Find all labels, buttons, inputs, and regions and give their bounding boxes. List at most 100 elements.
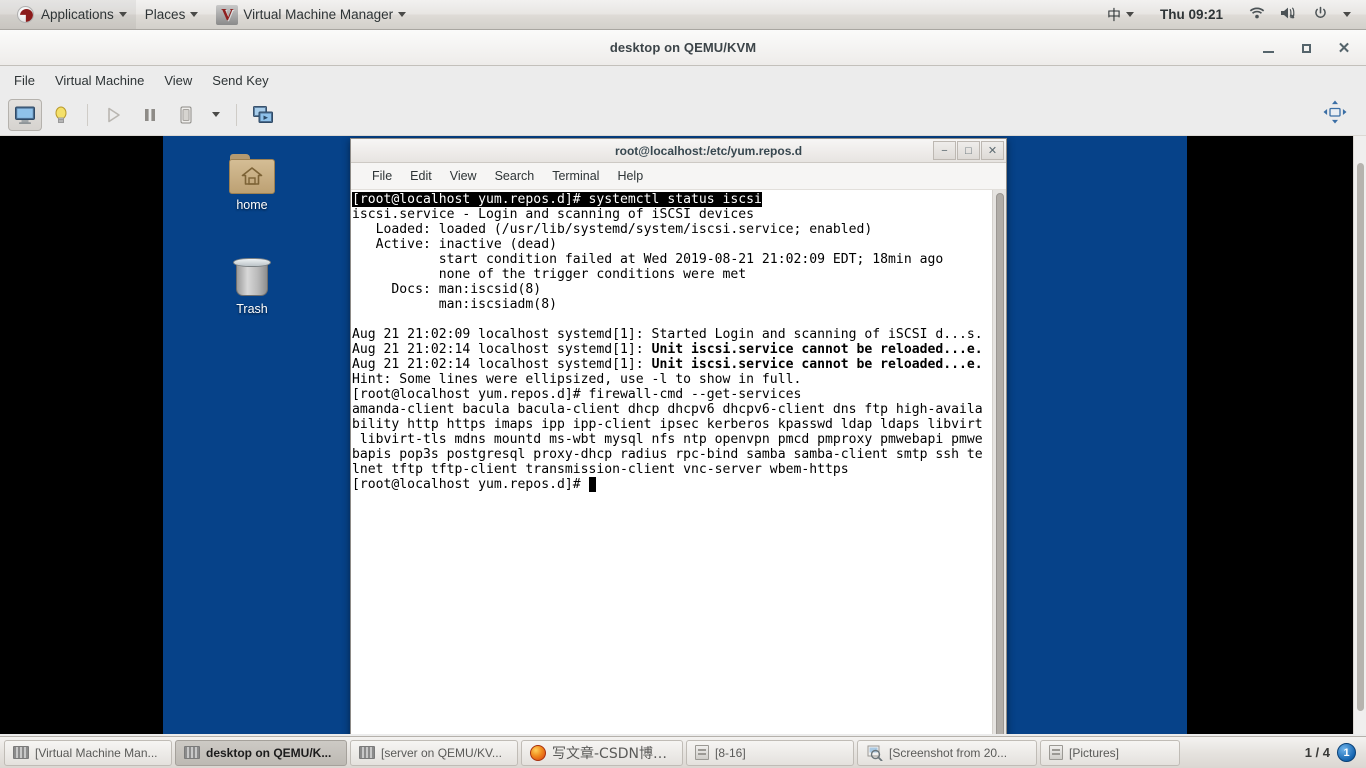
terminal-close-button[interactable]: ✕ [981,141,1004,160]
vmm-titlebar[interactable]: desktop on QEMU/KVM ✕ [0,30,1366,66]
terminal-line: Active: inactive (dead) [352,237,992,252]
vmm-menubar: File Virtual Machine View Send Key [0,66,1366,94]
pause-button[interactable] [133,99,167,131]
toolbar-right-group [1322,99,1358,130]
terminal-line: Loaded: loaded (/usr/lib/systemd/system/… [352,222,992,237]
taskbar-item-server-vm[interactable]: [server on QEMU/KV... [350,739,518,766]
vm-console-scrollbar[interactable] [1353,136,1366,734]
desktop-icon-home[interactable]: home [209,154,295,212]
menu-file[interactable]: File [4,69,45,92]
input-method-label: 中 [1106,7,1121,24]
show-console-button[interactable] [8,98,42,131]
resize-vm-icon[interactable] [1322,99,1348,130]
volume-muted-icon [1280,6,1298,23]
active-app-menu-vmm[interactable]: V Virtual Machine Manager [207,0,415,29]
applications-menu[interactable]: Applications [0,0,136,29]
vmm-window-controls: ✕ [1254,30,1358,66]
terminal-line: [root@localhost yum.repos.d]# [352,477,992,492]
chevron-down-icon [212,112,220,117]
places-menu[interactable]: Places [136,0,208,29]
terminal-scrollbar-thumb[interactable] [996,193,1004,734]
terminal-menu-file[interactable]: File [363,166,401,186]
terminal-menu-edit[interactable]: Edit [401,166,441,186]
terminal-text: Aug 21 21:02:09 localhost systemd[1]: St… [352,327,983,342]
gnome-taskbar: [Virtual Machine Man... desktop on QEMU/… [0,736,1366,768]
terminal-minimize-button[interactable]: − [933,141,956,160]
clock-label: Thu 09:21 [1159,7,1223,22]
terminal-text: man:iscsiadm(8) [352,297,557,312]
terminal-line: none of the trigger conditions were met [352,267,992,282]
clock[interactable]: Thu 09:21 [1143,0,1240,29]
fullscreen-button[interactable] [246,99,280,131]
vmm-toolbar [0,94,1366,136]
vm-console-viewport[interactable]: home Trash root@localhost:/etc/yum.repos… [0,136,1353,734]
workspace-switcher[interactable]: 1 / 4 1 [1305,743,1362,762]
terminal-menu-terminal[interactable]: Terminal [543,166,608,186]
terminal-menu-help[interactable]: Help [608,166,652,186]
vmm-window-title: desktop on QEMU/KVM [609,40,757,55]
taskbar-item-firefox[interactable]: 写文章-CSDN博客 –... [521,739,683,766]
taskbar-item-label: [8-16] [715,745,746,760]
terminal-line: start condition failed at Wed 2019-08-21… [352,252,992,267]
vmm-close-button[interactable]: ✕ [1330,35,1358,61]
active-app-label: Virtual Machine Manager [243,7,394,22]
taskbar-item-label: 写文章-CSDN博客 –... [552,745,674,762]
terminal-line: Hint: Some lines were ellipsized, use -l… [352,372,992,387]
terminal-menu-search[interactable]: Search [486,166,544,186]
guest-desktop[interactable]: home Trash root@localhost:/etc/yum.repos… [163,136,1187,734]
taskbar-item-label: [server on QEMU/KV... [381,745,502,760]
terminal-text: Loaded: loaded (/usr/lib/systemd/system/… [352,222,873,237]
run-button[interactable] [97,99,131,131]
terminal-text: Unit iscsi.service cannot be reloaded...… [651,357,983,372]
applications-menu-label: Applications [41,7,114,22]
taskbar-item-vmm-main[interactable]: [Virtual Machine Man... [4,739,172,766]
taskbar-item-screenshot[interactable]: [Screenshot from 20... [857,739,1037,766]
shutdown-menu-caret[interactable] [205,99,227,131]
terminal-text: none of the trigger conditions were met [352,267,747,282]
terminal-maximize-button[interactable]: □ [957,141,980,160]
terminal-window[interactable]: root@localhost:/etc/yum.repos.d − □ ✕ Fi… [350,138,1007,734]
terminal-line: Docs: man:iscsid(8) [352,282,992,297]
panel-right-group: 中 Thu 09:21 [1098,0,1366,29]
terminal-text: bility http https imaps ipp ipp-client i… [352,417,983,432]
system-status-area[interactable] [1240,0,1360,29]
fedora-logo-icon [17,6,34,23]
taskbar-item-pictures[interactable]: [Pictures] [1040,739,1180,766]
terminal-line: [root@localhost yum.repos.d]# systemctl … [352,192,992,207]
image-viewer-icon [866,745,883,761]
terminal-text: libvirt-tls mdns mountd ms-wbt mysql nfs… [352,432,983,447]
menu-send-key[interactable]: Send Key [202,69,278,92]
vmm-body: home Trash root@localhost:/etc/yum.repos… [0,136,1366,736]
taskbar-item-label: [Pictures] [1069,745,1120,760]
input-method-indicator[interactable]: 中 [1098,0,1143,29]
taskbar-item-folder-8-16[interactable]: [8-16] [686,739,854,766]
screen: Applications Places V Virtual Machine Ma… [0,0,1366,768]
vmm-maximize-button[interactable] [1292,35,1320,61]
vm-console-scrollbar-thumb[interactable] [1357,163,1364,711]
terminal-line: libvirt-tls mdns mountd ms-wbt mysql nfs… [352,432,992,447]
desktop-icon-trash[interactable]: Trash [209,254,295,316]
terminal-line: amanda-client bacula bacula-client dhcp … [352,402,992,417]
terminal-line: Aug 21 21:02:09 localhost systemd[1]: St… [352,327,992,342]
vmm-logo-icon: V [216,4,239,25]
terminal-text: Aug 21 21:02:14 localhost systemd[1]: [352,357,652,372]
terminal-text: Active: inactive (dead) [352,237,557,252]
chevron-down-icon [1125,12,1134,17]
terminal-window-title: root@localhost:/etc/yum.repos.d [614,143,803,158]
show-details-button[interactable] [44,99,78,131]
vmm-minimize-button[interactable] [1254,35,1282,61]
terminal-scrollbar[interactable] [992,190,1006,734]
wifi-icon [1249,6,1265,23]
terminal-line: lnet tftp tftp-client transmission-clien… [352,462,992,477]
taskbar-item-label: [Screenshot from 20... [889,745,1008,760]
toolbar-separator-2 [236,103,237,126]
terminal-titlebar[interactable]: root@localhost:/etc/yum.repos.d − □ ✕ [351,139,1006,163]
terminal-menu-view[interactable]: View [441,166,486,186]
menu-view[interactable]: View [154,69,202,92]
workspace-badge[interactable]: 1 [1337,743,1356,762]
shutdown-button[interactable] [169,99,203,131]
taskbar-item-desktop-vm[interactable]: desktop on QEMU/K... [175,739,347,766]
terminal-text: [root@localhost yum.repos.d]# systemctl … [352,192,762,207]
menu-virtual-machine[interactable]: Virtual Machine [45,69,154,92]
terminal-output[interactable]: [root@localhost yum.repos.d]# systemctl … [351,190,992,734]
